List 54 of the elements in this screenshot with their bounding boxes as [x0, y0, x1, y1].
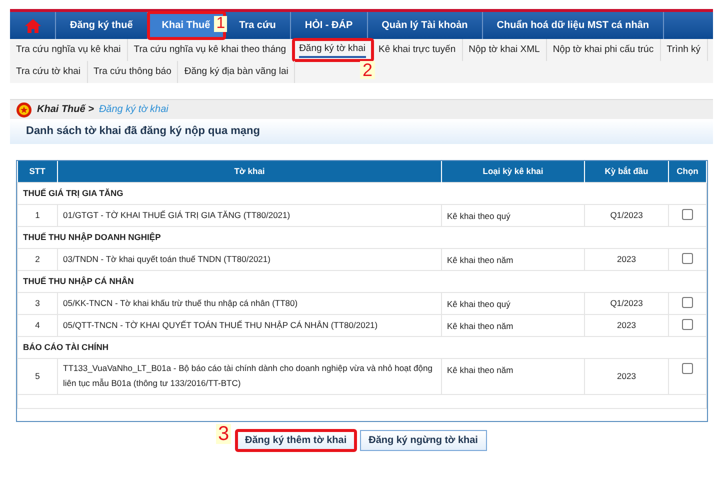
table-cell: Kê khai theo năm	[442, 314, 584, 336]
emblem-icon	[16, 102, 32, 118]
table-cell: Kê khai theo quý	[442, 204, 584, 226]
table-cell: 01/GTGT - TỜ KHAI THUẾ GIÁ TRỊ GIA TĂNG (TT80/2021)	[58, 204, 442, 226]
table-cell: 2	[18, 248, 58, 270]
submenu-tab[interactable]: Trình ký	[660, 39, 708, 61]
home-icon	[24, 18, 42, 34]
table-cell: 2023	[584, 358, 668, 394]
annotation-number: 2	[360, 61, 374, 79]
group-heading: THUẾ THU NHẬP CÁ NHÂN	[18, 270, 706, 292]
table-cell: Q1/2023	[584, 292, 668, 314]
table-cell: 2023	[584, 314, 668, 336]
menu-tab[interactable]: HỎI - ĐÁP	[290, 12, 368, 39]
table-cell: 05/QTT-TNCN - TỜ KHAI QUYẾT TOÁN THUẾ THU NHẬP CÁ NHÂN (TT80/2021)	[58, 314, 442, 336]
column-header: Kỳ bắt đầu	[584, 160, 668, 182]
checkbox[interactable]	[682, 209, 693, 220]
group-heading: THUẾ GIÁ TRỊ GIA TĂNG	[18, 182, 706, 204]
action-button[interactable]: Đăng ký ngừng tờ khai	[360, 430, 487, 451]
breadcrumb-text: Khai Thuế >	[37, 103, 94, 117]
table-cell: 3	[18, 292, 58, 314]
table-cell: Kê khai theo năm	[442, 248, 584, 270]
submenu-tab[interactable]: Đăng ký địa bàn vãng lai	[178, 61, 296, 83]
group-heading: BÁO CÁO TÀI CHÍNH	[18, 336, 706, 358]
table-cell: 05/KK-TNCN - Tờ khai khấu trừ thuế thu nhập cá nhân (TT80)	[58, 292, 442, 314]
submenu-tab[interactable]: Tra cứu nghĩa vụ kê khai theo tháng	[128, 39, 294, 61]
checkbox[interactable]	[682, 253, 693, 264]
submenu-tab[interactable]: Nộp tờ khai phi cấu trúc	[546, 39, 661, 61]
annotation-number: 3	[216, 424, 232, 444]
table-cell: Kê khai theo quý	[442, 292, 584, 314]
table-cell: 4	[18, 314, 58, 336]
table-cell: Q1/2023	[584, 204, 668, 226]
table-cell: 03/TNDN - Tờ khai quyết toán thuế TNDN (TT80/2021)	[58, 248, 442, 270]
action-button[interactable]: Đăng ký thêm tờ khai	[236, 430, 356, 451]
submenu-tab[interactable]: Nộp tờ khai XML	[462, 39, 547, 61]
table-cell: Kê khai theo năm	[442, 358, 584, 394]
annotation-number: 1	[214, 16, 228, 32]
column-header: Loại kỳ kê khai	[442, 160, 584, 182]
column-header: Chọn	[668, 160, 706, 182]
submenu-tab[interactable]: Tra cứu nghĩa vụ kê khai	[10, 39, 128, 61]
table-cell: 5	[18, 358, 58, 394]
section-title: Danh sách tờ khai đã đăng ký nộp qua mạng	[10, 119, 713, 144]
table-cell: 2023	[584, 248, 668, 270]
submenu-tab[interactable]: Tra cứu tờ khai	[10, 61, 88, 83]
group-heading: THUẾ THU NHẬP DOANH NGHIỆP	[18, 226, 706, 248]
submenu-tab[interactable]: Tra cứu thông báo	[88, 61, 178, 83]
column-header: Tờ khai	[58, 160, 442, 182]
submenu-tab[interactable]: Đăng ký tờ khai	[293, 39, 372, 61]
submenu-tab[interactable]: Kê khai trực tuyến	[372, 39, 463, 61]
checkbox[interactable]	[682, 363, 693, 374]
checkbox[interactable]	[682, 297, 693, 308]
table-cell: 1	[18, 204, 58, 226]
table-cell: TT133_VuaVaNho_LT_B01a - Bộ báo cáo tài chính dành cho doanh nghiệp vừa và nhỏ hoạt động liên tục mẫu B01a (thông tư 133/2016/TT-BTC)	[58, 358, 442, 394]
checkbox[interactable]	[682, 319, 693, 330]
column-header: STT	[18, 160, 58, 182]
